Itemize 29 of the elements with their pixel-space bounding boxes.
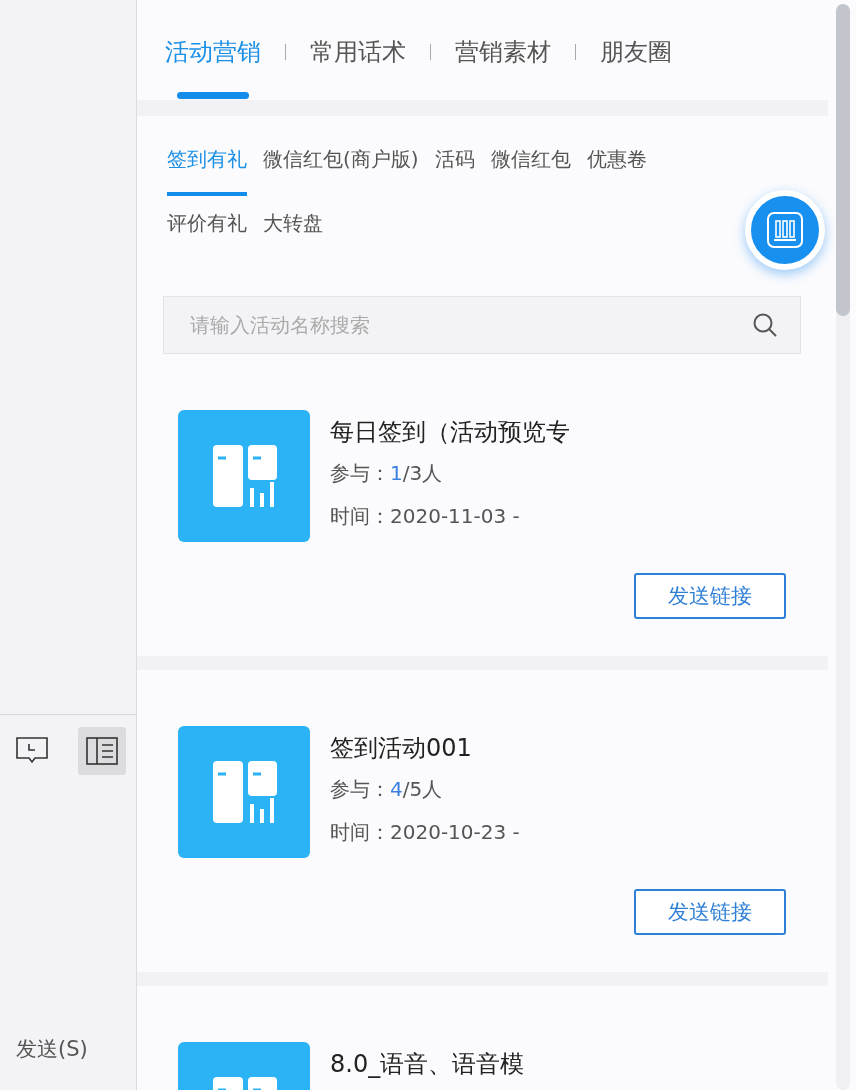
subtab[interactable]: 评价有礼: [167, 208, 247, 238]
activity-title: 8.0_语音、语音模: [330, 1049, 525, 1080]
send-link-button[interactable]: 发送链接: [634, 573, 786, 619]
send-link-button[interactable]: 发送链接: [634, 889, 786, 935]
comment-clock-icon: [16, 737, 48, 765]
subtab[interactable]: 优惠卷: [586, 144, 647, 196]
tab[interactable]: 朋友圈: [600, 34, 672, 100]
tab[interactable]: 营销素材: [455, 34, 551, 100]
search-icon: [752, 312, 778, 338]
subtab[interactable]: 微信红包: [490, 144, 571, 196]
sidebar-panel-icon: [86, 737, 118, 765]
subtab[interactable]: 活码: [434, 144, 475, 196]
send-button[interactable]: 发送(S): [10, 1034, 94, 1064]
scrollbar-thumb[interactable]: [836, 4, 850, 316]
participation-text: 参与：4/5人: [330, 776, 444, 803]
time-text: 时间：2020-10-23 -: [330, 819, 520, 846]
search-bar[interactable]: 请输入活动名称搜索: [163, 296, 801, 354]
activity-title: 签到活动001: [330, 733, 473, 764]
subtab[interactable]: 大转盘: [263, 208, 323, 238]
activity-title: 每日签到（活动预览专: [330, 417, 570, 448]
tab[interactable]: 常用话术: [310, 34, 406, 100]
chart-icon: [766, 211, 804, 249]
sign-in-activity-icon: [178, 726, 310, 858]
time-text: 时间：2020-11-03 -: [330, 503, 521, 530]
toolbar-button[interactable]: [78, 727, 126, 775]
search-field[interactable]: 请输入活动名称搜索: [188, 312, 752, 338]
participation-text: 参与：1/3人: [330, 460, 444, 487]
sign-in-activity-icon: [178, 410, 310, 542]
subtab[interactable]: 微信红包(商户版): [263, 144, 419, 196]
